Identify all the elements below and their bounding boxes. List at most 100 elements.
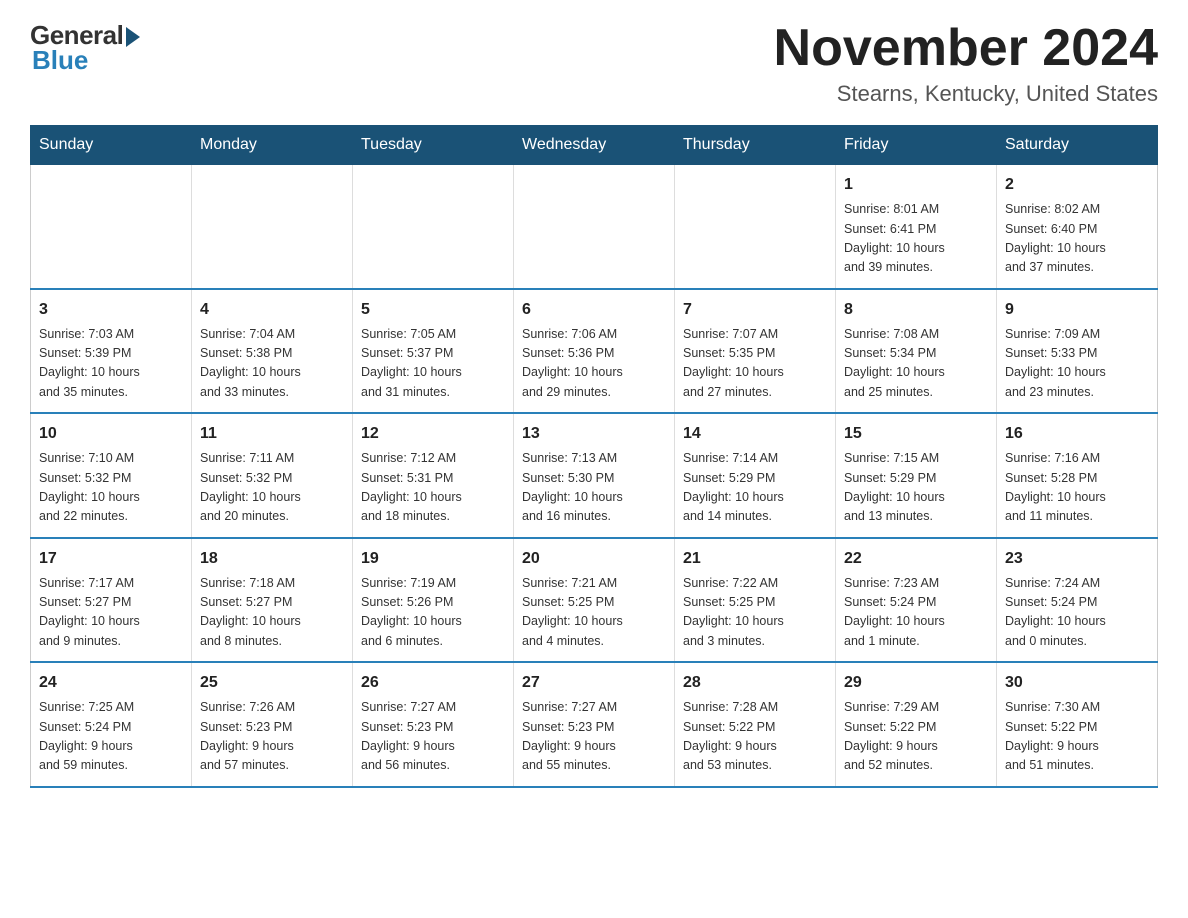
calendar-week-row: 1 Sunrise: 8:01 AM Sunset: 6:41 PM Daylig… <box>31 165 1158 289</box>
location-subtitle: Stearns, Kentucky, United States <box>774 81 1158 107</box>
day-info: Sunrise: 7:19 AM Sunset: 5:26 PM Dayligh… <box>361 574 505 652</box>
calendar-cell: 29Sunrise: 7:29 AM Sunset: 5:22 PM Dayli… <box>836 662 997 787</box>
day-info: Sunrise: 7:27 AM Sunset: 5:23 PM Dayligh… <box>361 698 505 776</box>
day-number: 11 <box>200 422 344 446</box>
day-info: Sunrise: 7:06 AM Sunset: 5:36 PM Dayligh… <box>522 325 666 403</box>
day-info: Sunrise: 7:13 AM Sunset: 5:30 PM Dayligh… <box>522 449 666 527</box>
day-number: 14 <box>683 422 827 446</box>
calendar-cell: 25 Sunrise: 7:26 AM Sunset: 5:23 PM Dayli… <box>192 662 353 787</box>
logo-arrow-icon <box>126 27 140 47</box>
day-number: 26 <box>361 671 505 695</box>
day-number: 15 <box>844 422 988 446</box>
day-number: 18 <box>200 547 344 571</box>
day-info: Sunrise: 7:11 AM Sunset: 5:32 PM Dayligh… <box>200 449 344 527</box>
calendar-cell: 10 Sunrise: 7:10 AM Sunset: 5:32 PM Dayli… <box>31 413 192 538</box>
calendar-cell: 27 Sunrise: 7:27 AM Sunset: 5:23 PM Dayli… <box>514 662 675 787</box>
day-info: Sunrise: 7:14 AM Sunset: 5:29 PM Dayligh… <box>683 449 827 527</box>
day-info: Sunrise: 7:10 AM Sunset: 5:32 PM Dayligh… <box>39 449 183 527</box>
month-year-title: November 2024 <box>774 20 1158 77</box>
day-info: Sunrise: 7:08 AM Sunset: 5:34 PM Dayligh… <box>844 325 988 403</box>
day-info: Sunrise: 7:26 AM Sunset: 5:23 PM Dayligh… <box>200 698 344 776</box>
header-day-wednesday: Wednesday <box>514 126 675 165</box>
day-number: 4 <box>200 298 344 322</box>
calendar-week-row: 3Sunrise: 7:03 AM Sunset: 5:39 PM Daylig… <box>31 289 1158 414</box>
day-number: 6 <box>522 298 666 322</box>
calendar-cell: 8 Sunrise: 7:08 AM Sunset: 5:34 PM Daylig… <box>836 289 997 414</box>
calendar-cell: 26 Sunrise: 7:27 AM Sunset: 5:23 PM Dayli… <box>353 662 514 787</box>
day-number: 5 <box>361 298 505 322</box>
calendar-cell: 16 Sunrise: 7:16 AM Sunset: 5:28 PM Dayli… <box>997 413 1158 538</box>
day-info: Sunrise: 7:25 AM Sunset: 5:24 PM Dayligh… <box>39 698 183 776</box>
header: General Blue November 2024 Stearns, Kent… <box>30 20 1158 107</box>
calendar-cell <box>31 165 192 289</box>
day-info: Sunrise: 7:15 AM Sunset: 5:29 PM Dayligh… <box>844 449 988 527</box>
day-info: Sunrise: 7:03 AM Sunset: 5:39 PM Dayligh… <box>39 325 183 403</box>
calendar-week-row: 17 Sunrise: 7:17 AM Sunset: 5:27 PM Dayli… <box>31 538 1158 663</box>
calendar-cell: 12 Sunrise: 7:12 AM Sunset: 5:31 PM Dayli… <box>353 413 514 538</box>
header-day-tuesday: Tuesday <box>353 126 514 165</box>
calendar-cell: 23 Sunrise: 7:24 AM Sunset: 5:24 PM Dayli… <box>997 538 1158 663</box>
calendar-cell <box>514 165 675 289</box>
day-info: Sunrise: 7:30 AM Sunset: 5:22 PM Dayligh… <box>1005 698 1149 776</box>
calendar-week-row: 24 Sunrise: 7:25 AM Sunset: 5:24 PM Dayli… <box>31 662 1158 787</box>
calendar-cell: 20 Sunrise: 7:21 AM Sunset: 5:25 PM Dayli… <box>514 538 675 663</box>
calendar-cell: 19 Sunrise: 7:19 AM Sunset: 5:26 PM Dayli… <box>353 538 514 663</box>
day-number: 8 <box>844 298 988 322</box>
calendar-cell <box>353 165 514 289</box>
header-day-saturday: Saturday <box>997 126 1158 165</box>
day-info: Sunrise: 7:23 AM Sunset: 5:24 PM Dayligh… <box>844 574 988 652</box>
day-number: 30 <box>1005 671 1149 695</box>
day-number: 17 <box>39 547 183 571</box>
day-info: Sunrise: 7:27 AM Sunset: 5:23 PM Dayligh… <box>522 698 666 776</box>
day-number: 22 <box>844 547 988 571</box>
day-number: 23 <box>1005 547 1149 571</box>
calendar-cell: 18 Sunrise: 7:18 AM Sunset: 5:27 PM Dayli… <box>192 538 353 663</box>
calendar-cell: 6 Sunrise: 7:06 AM Sunset: 5:36 PM Daylig… <box>514 289 675 414</box>
day-info: Sunrise: 7:07 AM Sunset: 5:35 PM Dayligh… <box>683 325 827 403</box>
day-number: 2 <box>1005 173 1149 197</box>
day-number: 20 <box>522 547 666 571</box>
day-number: 28 <box>683 671 827 695</box>
day-info: Sunrise: 7:17 AM Sunset: 5:27 PM Dayligh… <box>39 574 183 652</box>
calendar-cell: 2 Sunrise: 8:02 AM Sunset: 6:40 PM Daylig… <box>997 165 1158 289</box>
day-info: Sunrise: 8:01 AM Sunset: 6:41 PM Dayligh… <box>844 200 988 278</box>
header-day-sunday: Sunday <box>31 126 192 165</box>
day-number: 1 <box>844 173 988 197</box>
calendar-cell: 7 Sunrise: 7:07 AM Sunset: 5:35 PM Daylig… <box>675 289 836 414</box>
day-info: Sunrise: 7:09 AM Sunset: 5:33 PM Dayligh… <box>1005 325 1149 403</box>
calendar-cell: 13Sunrise: 7:13 AM Sunset: 5:30 PM Dayli… <box>514 413 675 538</box>
calendar-cell: 4 Sunrise: 7:04 AM Sunset: 5:38 PM Daylig… <box>192 289 353 414</box>
day-number: 24 <box>39 671 183 695</box>
day-info: Sunrise: 7:16 AM Sunset: 5:28 PM Dayligh… <box>1005 449 1149 527</box>
day-info: Sunrise: 7:24 AM Sunset: 5:24 PM Dayligh… <box>1005 574 1149 652</box>
header-day-monday: Monday <box>192 126 353 165</box>
day-info: Sunrise: 8:02 AM Sunset: 6:40 PM Dayligh… <box>1005 200 1149 278</box>
calendar-cell: 24 Sunrise: 7:25 AM Sunset: 5:24 PM Dayli… <box>31 662 192 787</box>
day-number: 12 <box>361 422 505 446</box>
day-number: 27 <box>522 671 666 695</box>
title-area: November 2024 Stearns, Kentucky, United … <box>774 20 1158 107</box>
day-number: 25 <box>200 671 344 695</box>
day-info: Sunrise: 7:29 AM Sunset: 5:22 PM Dayligh… <box>844 698 988 776</box>
day-info: Sunrise: 7:12 AM Sunset: 5:31 PM Dayligh… <box>361 449 505 527</box>
day-info: Sunrise: 7:21 AM Sunset: 5:25 PM Dayligh… <box>522 574 666 652</box>
day-info: Sunrise: 7:04 AM Sunset: 5:38 PM Dayligh… <box>200 325 344 403</box>
calendar-cell: 9 Sunrise: 7:09 AM Sunset: 5:33 PM Daylig… <box>997 289 1158 414</box>
calendar-cell: 11 Sunrise: 7:11 AM Sunset: 5:32 PM Dayli… <box>192 413 353 538</box>
day-number: 21 <box>683 547 827 571</box>
calendar-cell <box>192 165 353 289</box>
day-number: 19 <box>361 547 505 571</box>
day-info: Sunrise: 7:05 AM Sunset: 5:37 PM Dayligh… <box>361 325 505 403</box>
day-info: Sunrise: 7:28 AM Sunset: 5:22 PM Dayligh… <box>683 698 827 776</box>
day-number: 16 <box>1005 422 1149 446</box>
logo-blue-text: Blue <box>32 45 88 76</box>
day-number: 9 <box>1005 298 1149 322</box>
day-info: Sunrise: 7:18 AM Sunset: 5:27 PM Dayligh… <box>200 574 344 652</box>
day-number: 7 <box>683 298 827 322</box>
calendar-cell: 30 Sunrise: 7:30 AM Sunset: 5:22 PM Dayli… <box>997 662 1158 787</box>
calendar-cell: 28 Sunrise: 7:28 AM Sunset: 5:22 PM Dayli… <box>675 662 836 787</box>
calendar-cell: 15 Sunrise: 7:15 AM Sunset: 5:29 PM Dayli… <box>836 413 997 538</box>
day-number: 10 <box>39 422 183 446</box>
header-day-friday: Friday <box>836 126 997 165</box>
calendar-cell: 1 Sunrise: 8:01 AM Sunset: 6:41 PM Daylig… <box>836 165 997 289</box>
